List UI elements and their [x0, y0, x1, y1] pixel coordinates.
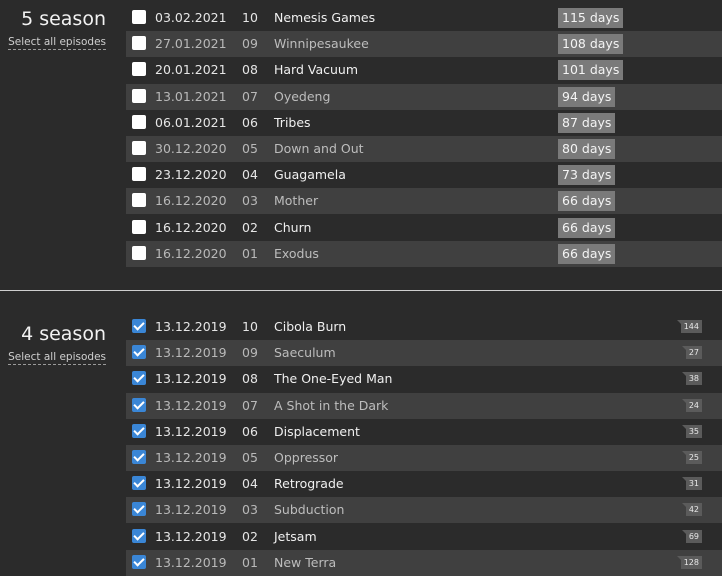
comment-count-badge[interactable]: 69	[681, 530, 702, 543]
episode-number: 10	[242, 319, 258, 334]
episode-number: 01	[242, 555, 258, 570]
episode-checkbox-checked[interactable]	[132, 476, 146, 490]
episode-title[interactable]: Saeculum	[274, 345, 336, 360]
comment-count-badge[interactable]: 42	[681, 503, 702, 516]
episode-row[interactable]: 13.12.2019 04 Retrograde 31	[126, 471, 722, 497]
episode-title[interactable]: The One-Eyed Man	[274, 371, 392, 386]
episode-row[interactable]: 13.12.2019 01 New Terra 128	[126, 550, 722, 576]
episode-number: 08	[242, 371, 258, 386]
comment-count-badge[interactable]: 31	[681, 477, 702, 490]
episode-date: 13.12.2019	[155, 319, 227, 334]
episode-title[interactable]: Subduction	[274, 502, 344, 517]
episode-date: 13.12.2019	[155, 555, 227, 570]
episode-checkbox-checked[interactable]	[132, 398, 146, 412]
episode-number: 03	[242, 502, 258, 517]
season-title: 4 season	[21, 323, 106, 345]
comment-count-badge[interactable]: 35	[681, 425, 702, 438]
episode-checkbox-checked[interactable]	[132, 529, 146, 543]
episode-date: 13.12.2019	[155, 424, 227, 439]
episode-row[interactable]: 13.12.2019 09 Saeculum 27	[126, 340, 722, 366]
episode-date: 13.12.2019	[155, 371, 227, 386]
episode-date: 13.12.2019	[155, 476, 227, 491]
episode-checkbox-checked[interactable]	[132, 319, 146, 333]
comment-count-badge[interactable]: 25	[681, 451, 702, 464]
episode-date: 13.12.2019	[155, 502, 227, 517]
episode-checkbox-checked[interactable]	[132, 502, 146, 516]
season-divider	[0, 290, 722, 291]
episode-date: 13.12.2019	[155, 345, 227, 360]
episode-title[interactable]: Displacement	[274, 424, 360, 439]
episode-title[interactable]: Jetsam	[274, 529, 317, 544]
episode-row[interactable]: 13.12.2019 10 Cibola Burn 144	[126, 314, 722, 340]
season-section: 4 season Select all episodes 13.12.2019 10 C…	[0, 0, 722, 576]
select-all-episodes-link[interactable]: Select all episodes	[8, 351, 106, 365]
episode-checkbox-checked[interactable]	[132, 555, 146, 569]
comment-count-badge[interactable]: 24	[681, 399, 702, 412]
episode-checkbox-checked[interactable]	[132, 371, 146, 385]
episode-number: 07	[242, 398, 258, 413]
comment-count-badge[interactable]: 38	[681, 372, 702, 385]
episode-title[interactable]: Oppressor	[274, 450, 338, 465]
episode-row[interactable]: 13.12.2019 02 Jetsam 69	[126, 524, 722, 550]
episode-checkbox-checked[interactable]	[132, 424, 146, 438]
episode-number: 09	[242, 345, 258, 360]
episode-number: 05	[242, 450, 258, 465]
episode-title[interactable]: Cibola Burn	[274, 319, 346, 334]
episode-title[interactable]: Retrograde	[274, 476, 344, 491]
episode-number: 02	[242, 529, 258, 544]
episode-number: 06	[242, 424, 258, 439]
episode-row[interactable]: 13.12.2019 06 Displacement 35	[126, 419, 722, 445]
episode-number: 04	[242, 476, 258, 491]
episode-row[interactable]: 13.12.2019 07 A Shot in the Dark 24	[126, 393, 722, 419]
episode-title[interactable]: A Shot in the Dark	[274, 398, 388, 413]
episode-row[interactable]: 13.12.2019 05 Oppressor 25	[126, 445, 722, 471]
episode-date: 13.12.2019	[155, 529, 227, 544]
comment-count-badge[interactable]: 144	[676, 320, 702, 333]
comment-count-badge[interactable]: 128	[676, 556, 702, 569]
comment-count-badge[interactable]: 27	[681, 346, 702, 359]
episode-row[interactable]: 13.12.2019 03 Subduction 42	[126, 497, 722, 523]
episode-checkbox-checked[interactable]	[132, 450, 146, 464]
episode-title[interactable]: New Terra	[274, 555, 336, 570]
episode-row[interactable]: 13.12.2019 08 The One-Eyed Man 38	[126, 366, 722, 392]
episode-date: 13.12.2019	[155, 398, 227, 413]
episode-date: 13.12.2019	[155, 450, 227, 465]
episode-checkbox-checked[interactable]	[132, 345, 146, 359]
